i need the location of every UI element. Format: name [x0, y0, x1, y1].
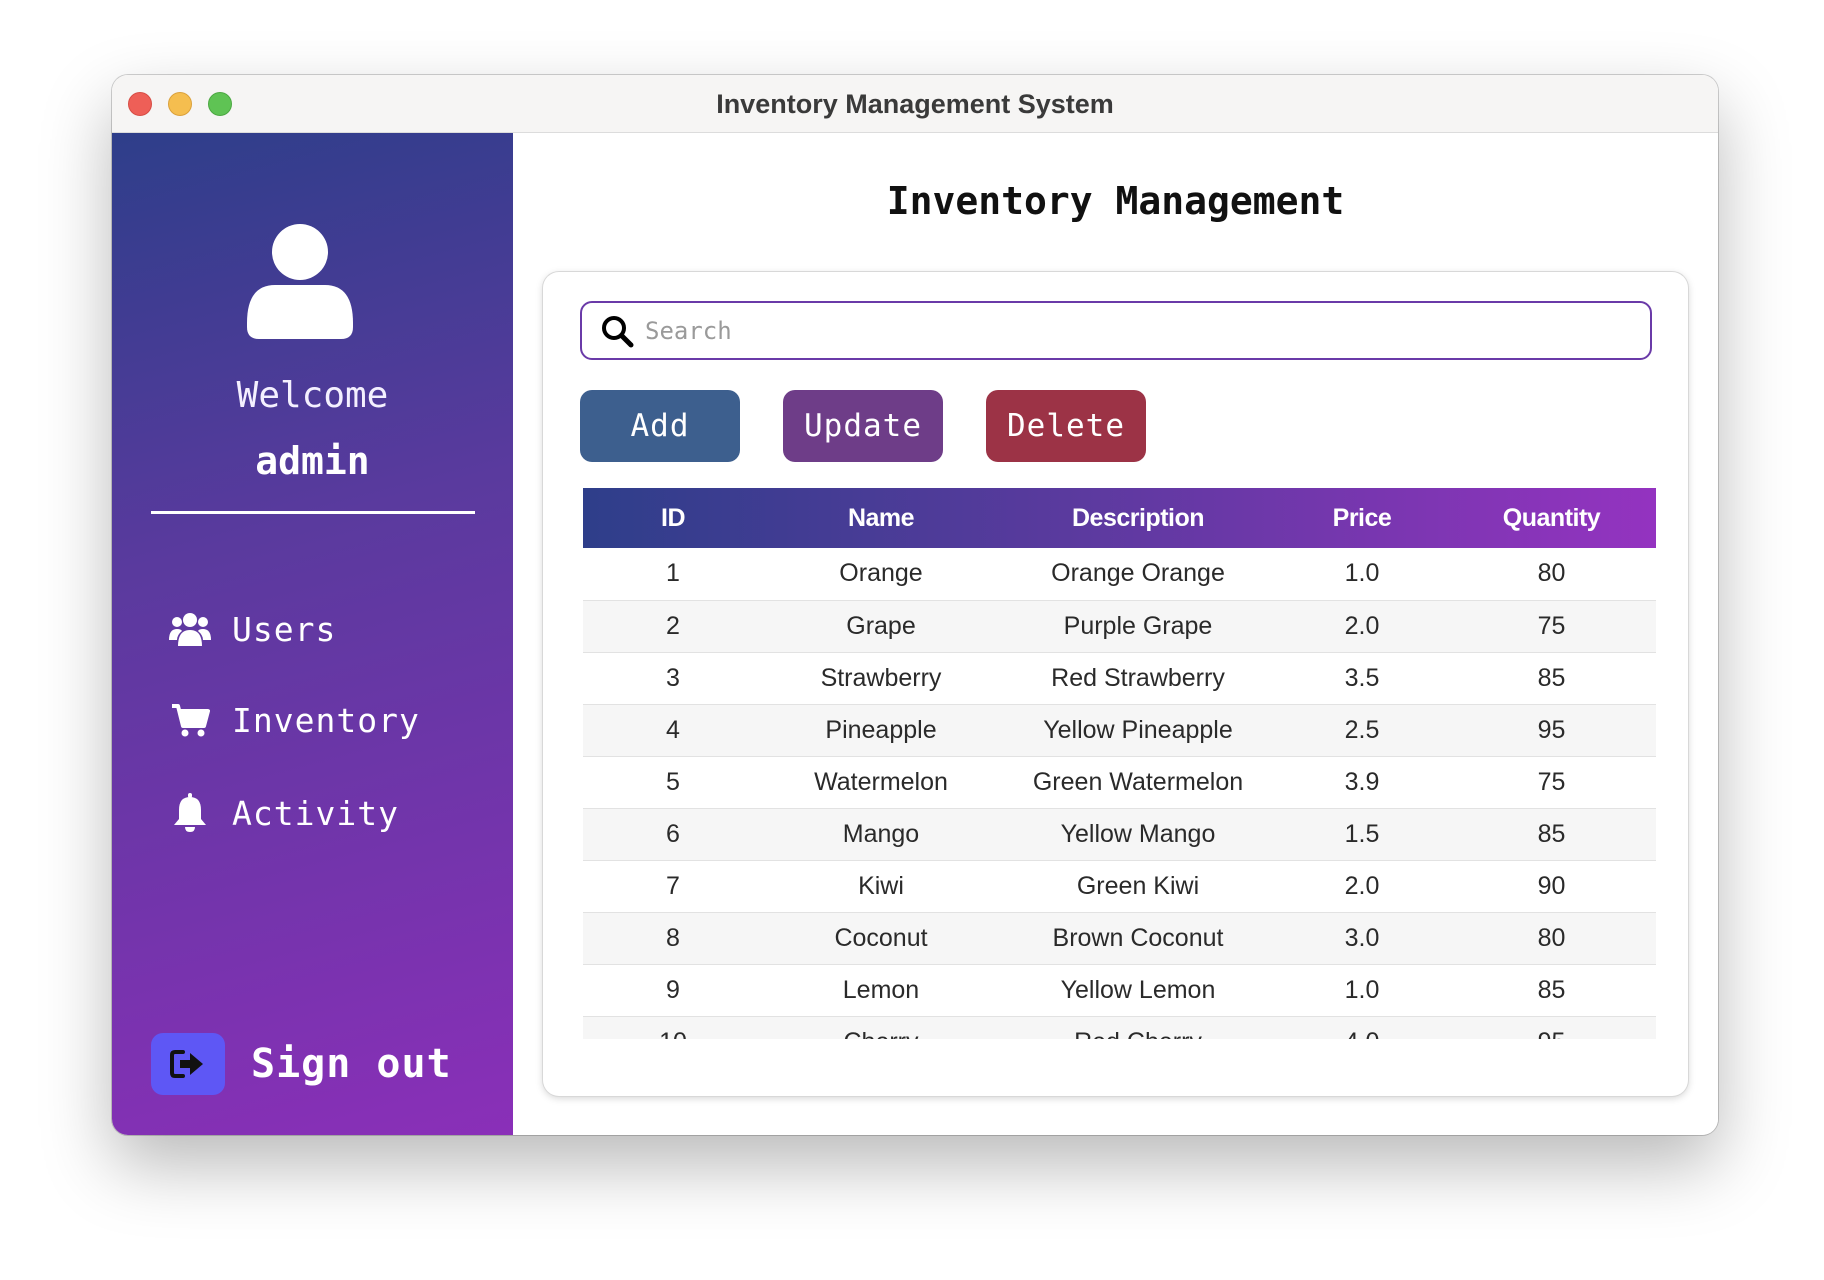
cell-id: 1	[583, 548, 763, 601]
cell-description: Purple Grape	[999, 600, 1277, 653]
sidebar-item-inventory[interactable]: Inventory	[168, 692, 420, 748]
cell-id: 6	[583, 808, 763, 861]
cell-description: Brown Coconut	[999, 912, 1277, 965]
cell-price: 3.9	[1277, 756, 1447, 809]
table-row[interactable]: 3 Strawberry Red Strawberry 3.5 85	[583, 652, 1656, 705]
cell-name: Lemon	[763, 964, 999, 1017]
cell-quantity: 75	[1447, 756, 1656, 809]
column-header-price[interactable]: Price	[1277, 488, 1447, 548]
table-row[interactable]: 10CherryRed Cherry4.095	[583, 1016, 1656, 1039]
cell-quantity: 90	[1447, 860, 1656, 913]
add-button[interactable]: Add	[580, 390, 740, 462]
cell-description: Yellow Pineapple	[999, 704, 1277, 757]
page-title: Inventory Management	[886, 179, 1345, 223]
cell-id: 3	[583, 652, 763, 705]
cell-quantity: 95	[1447, 704, 1656, 757]
cell-price: 2.0	[1277, 860, 1447, 913]
bell-icon	[168, 793, 212, 833]
cell-price: 3.0	[1277, 912, 1447, 965]
cart-icon	[168, 700, 212, 740]
cell-description: Yellow Mango	[999, 808, 1277, 861]
sidebar-item-label: Activity	[232, 793, 399, 833]
table-row[interactable]: 7 Kiwi Green Kiwi 2.0 90	[583, 860, 1656, 913]
cell-description: Orange Orange	[999, 548, 1277, 601]
sidebar-item-label: Users	[232, 609, 337, 649]
cell-name: Grape	[763, 600, 999, 653]
update-button[interactable]: Update	[783, 390, 943, 462]
cell-price: 2.5	[1277, 704, 1447, 757]
sidebar-item-users[interactable]: Users	[168, 601, 336, 657]
cell-id: 7	[583, 860, 763, 913]
table-row[interactable]: 9 Lemon Yellow Lemon 1.0 85	[583, 964, 1656, 1017]
cell-description: Green Kiwi	[999, 860, 1277, 913]
column-header-description[interactable]: Description	[999, 488, 1277, 548]
cell-name: Watermelon	[763, 756, 999, 809]
cell-id: 5	[583, 756, 763, 809]
table-row[interactable]: 4 Pineapple Yellow Pineapple 2.5 95	[583, 704, 1656, 757]
sign-out-button[interactable]: Sign out	[151, 1033, 452, 1095]
cell-id: 2	[583, 600, 763, 653]
table-row[interactable]: 8 Coconut Brown Coconut 3.0 80	[583, 912, 1656, 965]
table-row[interactable]: 2 Grape Purple Grape 2.0 75	[583, 600, 1656, 653]
sidebar: Welcome admin Users Inventory Activity S…	[112, 133, 513, 1135]
cell-id: 10	[583, 1016, 763, 1039]
table-row[interactable]: 6 Mango Yellow Mango 1.5 85	[583, 808, 1656, 861]
cell-quantity: 95	[1447, 1016, 1656, 1039]
cell-description: Red Strawberry	[999, 652, 1277, 705]
sign-out-label: Sign out	[251, 1041, 452, 1087]
inventory-table-scroll[interactable]: ID Name Description Price Quantity 1 Oran…	[583, 488, 1656, 1039]
cell-quantity: 85	[1447, 808, 1656, 861]
sidebar-divider	[151, 511, 475, 514]
sidebar-item-label: Inventory	[232, 700, 420, 740]
window-title: Inventory Management System	[716, 89, 1114, 119]
cell-price: 4.0	[1277, 1016, 1447, 1039]
search-input[interactable]	[645, 310, 1650, 351]
cell-price: 1.0	[1277, 964, 1447, 1017]
inventory-card: Add Update Delete ID Name Description Pr…	[543, 272, 1688, 1096]
main-content: Inventory Management Add Update Delete I…	[513, 133, 1718, 1135]
cell-description: Green Watermelon	[999, 756, 1277, 809]
sidebar-item-activity[interactable]: Activity	[168, 785, 399, 841]
column-header-quantity[interactable]: Quantity	[1447, 488, 1656, 548]
cell-quantity: 75	[1447, 600, 1656, 653]
username-text: admin	[255, 439, 370, 483]
user-avatar-icon	[247, 224, 353, 339]
cell-name: Cherry	[763, 1016, 999, 1039]
column-header-name[interactable]: Name	[763, 488, 999, 548]
cell-id: 9	[583, 964, 763, 1017]
inventory-table: ID Name Description Price Quantity 1 Oran…	[583, 488, 1656, 1039]
table-body: 1 Orange Orange Orange 1.0 80 2 Grape Purple Gr…	[583, 548, 1656, 1039]
cell-quantity: 85	[1447, 964, 1656, 1017]
search-icon	[602, 315, 634, 347]
cell-quantity: 80	[1447, 912, 1656, 965]
cell-name: Kiwi	[763, 860, 999, 913]
cell-price: 1.0	[1277, 548, 1447, 601]
cell-name: Strawberry	[763, 652, 999, 705]
column-header-id[interactable]: ID	[583, 488, 763, 548]
search-bar	[580, 301, 1652, 360]
cell-name: Pineapple	[763, 704, 999, 757]
cell-price: 3.5	[1277, 652, 1447, 705]
title-bar: Inventory Management System	[112, 75, 1718, 133]
cell-quantity: 80	[1447, 548, 1656, 601]
sign-out-icon	[151, 1033, 225, 1095]
cell-name: Mango	[763, 808, 999, 861]
table-row[interactable]: 5 Watermelon Green Watermelon 3.9 75	[583, 756, 1656, 809]
table-row[interactable]: 1 Orange Orange Orange 1.0 80	[583, 548, 1656, 601]
cell-quantity: 85	[1447, 652, 1656, 705]
cell-name: Coconut	[763, 912, 999, 965]
delete-button[interactable]: Delete	[986, 390, 1146, 462]
cell-price: 2.0	[1277, 600, 1447, 653]
app-window: Inventory Management System Welcome admi…	[112, 75, 1718, 1135]
cell-id: 4	[583, 704, 763, 757]
table-header-row: ID Name Description Price Quantity	[583, 488, 1656, 548]
cell-id: 8	[583, 912, 763, 965]
cell-name: Orange	[763, 548, 999, 601]
cell-description: Yellow Lemon	[999, 964, 1277, 1017]
cell-price: 1.5	[1277, 808, 1447, 861]
cell-description: Red Cherry	[999, 1016, 1277, 1039]
welcome-text: Welcome	[236, 375, 389, 416]
users-icon	[168, 609, 212, 649]
